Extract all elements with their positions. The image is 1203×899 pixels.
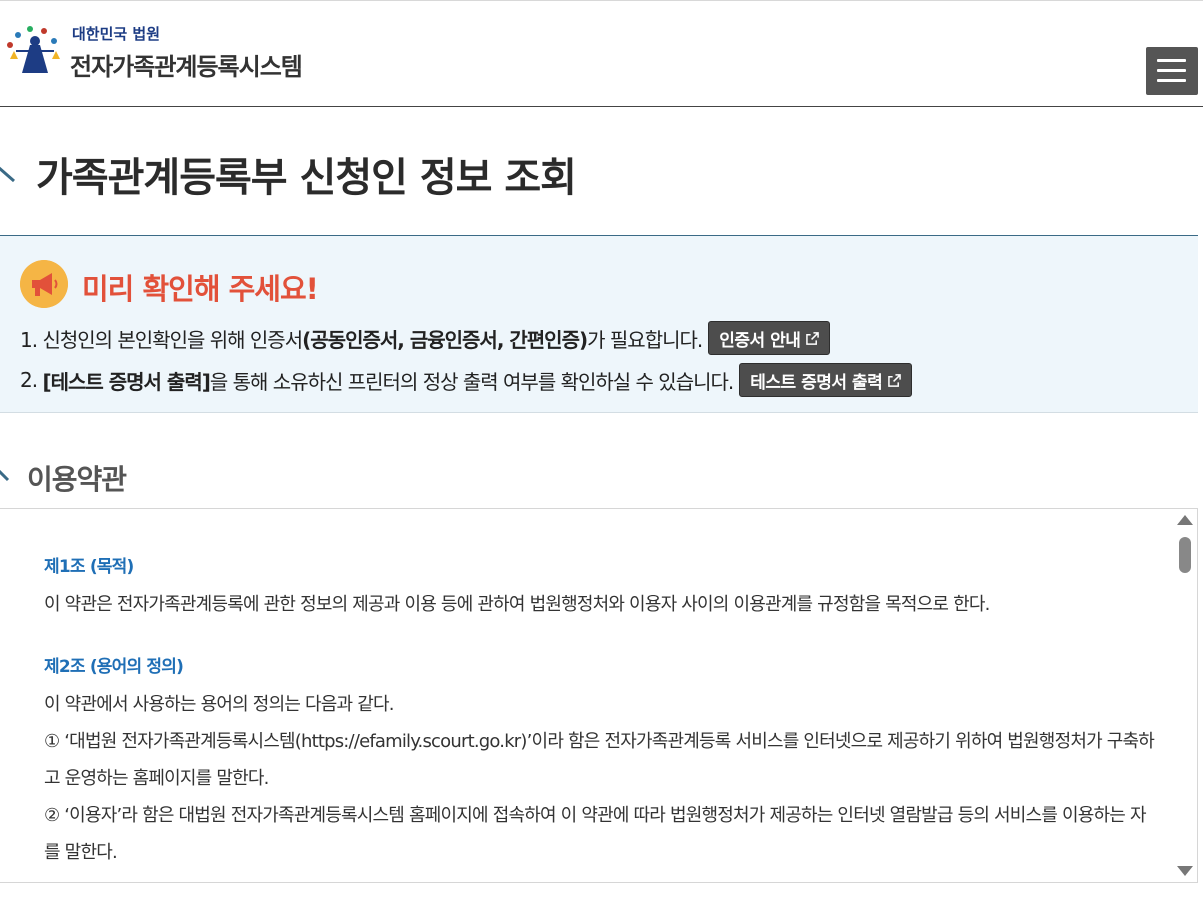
terms-content: 제1조 (목적) 이 약관은 전자가족관계등록에 관한 정보의 제공과 이용 등… xyxy=(44,549,1159,871)
external-link-icon xyxy=(888,373,902,387)
article-paragraph: ② ‘이용자’라 함은 대법원 전자가족관계등록시스템 홈페이지에 접속하여 이… xyxy=(44,805,1147,863)
terms-scroll-box[interactable]: 제1조 (목적) 이 약관은 전자가족관계등록에 관한 정보의 제공과 이용 등… xyxy=(0,508,1198,883)
scroll-down-icon[interactable] xyxy=(1177,866,1193,876)
scroll-thumb[interactable] xyxy=(1179,537,1191,573)
court-logo-icon[interactable] xyxy=(0,15,66,81)
terms-section-title: 이용약관 xyxy=(27,463,127,496)
article-heading: 제1조 (목적) xyxy=(44,557,134,577)
scroll-up-icon[interactable] xyxy=(1177,515,1193,525)
megaphone-icon xyxy=(20,260,68,308)
system-name[interactable]: 전자가족관계등록시스템 xyxy=(70,47,303,82)
notice-title: 미리 확인해 주세요! xyxy=(82,272,319,306)
hamburger-menu-icon-bar xyxy=(1157,79,1186,82)
page-title: 가족관계등록부 신청인 정보 조회 xyxy=(36,155,577,201)
org-name: 대한민국 법원 xyxy=(72,25,161,43)
article-paragraph: 이 약관에서 사용하는 용어의 정의는 다음과 같다. xyxy=(44,694,394,715)
menu-button[interactable] xyxy=(1146,47,1198,95)
terms-scrollbar[interactable] xyxy=(1174,509,1196,882)
external-link-icon xyxy=(806,331,820,345)
hamburger-menu-icon xyxy=(1157,59,1186,62)
notice-line-2-number: 2. xyxy=(20,368,38,392)
article-paragraph: ① ‘대법원 전자가족관계등록시스템(https://efamily.scour… xyxy=(44,731,1155,789)
notice-line-1-suffix: 가 필요합니다. xyxy=(587,327,703,352)
notice-line-1-text: 1. 신청인의 본인확인을 위해 인증서 xyxy=(20,327,303,352)
test-certificate-print-button[interactable]: 테스트 증명서 출력 xyxy=(739,363,913,397)
section-marker-icon xyxy=(0,469,10,482)
test-certificate-print-label: 테스트 증명서 출력 xyxy=(750,372,883,393)
notice-line-2: 2. [테스트 증명서 출력] 을 통해 소유하신 프린터의 정상 출력 여부를 … xyxy=(20,363,913,397)
certificate-guide-button[interactable]: 인증서 안내 xyxy=(708,321,831,355)
notice-line-2-bold: [테스트 증명서 출력] xyxy=(42,369,210,394)
article-heading: 제2조 (용어의 정의) xyxy=(44,657,184,677)
article-paragraph: 이 약관은 전자가족관계등록에 관한 정보의 제공과 이용 등에 관하여 법원행… xyxy=(44,594,990,615)
notice-line-1-bold: (공동인증서, 금융인증서, 간편인증) xyxy=(302,327,588,352)
notice-line-1: 1. 신청인의 본인확인을 위해 인증서 (공동인증서, 금융인증서, 간편인증)… xyxy=(20,321,831,355)
notice-line-2-text: 을 통해 소유하신 프린터의 정상 출력 여부를 확인하실 수 있습니다. xyxy=(209,369,734,394)
hamburger-menu-icon-bar xyxy=(1157,69,1186,72)
site-header: 대한민국 법원 전자가족관계등록시스템 xyxy=(0,0,1203,107)
notice-box: 미리 확인해 주세요! 1. 신청인의 본인확인을 위해 인증서 (공동인증서, … xyxy=(0,236,1198,413)
title-marker-icon xyxy=(0,166,15,183)
certificate-guide-label: 인증서 안내 xyxy=(719,330,801,351)
